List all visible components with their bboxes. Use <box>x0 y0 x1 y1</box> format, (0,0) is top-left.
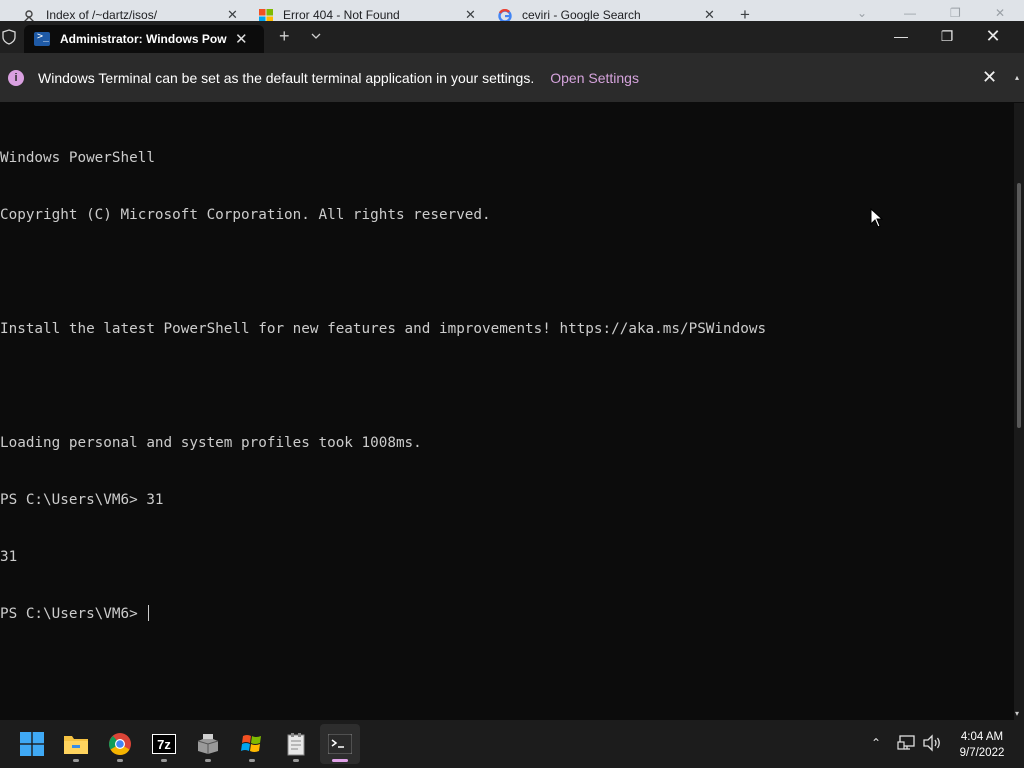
running-indicator <box>249 759 255 762</box>
notepad-icon <box>287 733 305 756</box>
windows-logo-icon <box>20 732 44 756</box>
browser-close-button[interactable]: ✕ <box>995 6 1005 20</box>
taskbar-chrome[interactable] <box>100 724 140 764</box>
running-indicator <box>205 759 211 762</box>
output-line: Copyright (C) Microsoft Corporation. All… <box>0 207 491 223</box>
taskbar-installer[interactable] <box>188 724 228 764</box>
browser-tab-label: Index of /~dartz/isos/ <box>46 8 158 22</box>
taskbar-notepad-app[interactable] <box>276 724 316 764</box>
close-icon[interactable]: ✕ <box>235 30 248 48</box>
terminal-icon <box>328 734 352 754</box>
infobar-close-button[interactable]: ✕ <box>982 67 997 88</box>
mouse-pointer-icon <box>870 208 884 228</box>
browser-maximize-button[interactable]: ❐ <box>950 6 961 20</box>
browser-tab-error-404[interactable]: Error 404 - Not Found ✕ <box>259 0 481 22</box>
chrome-icon <box>109 733 131 755</box>
output-line: Install the latest PowerShell for new fe… <box>0 321 767 337</box>
windows-taskbar: 7z ⌃ 4:04 AM 9/7/2022 <box>0 720 1024 768</box>
running-indicator <box>161 759 167 762</box>
show-hidden-icons-button[interactable]: ⌃ <box>871 736 881 750</box>
taskbar-7zip[interactable]: 7z <box>144 724 184 764</box>
scroll-up-arrow-icon[interactable]: ▴ <box>1015 73 1023 82</box>
close-window-button[interactable]: ✕ <box>970 21 1016 51</box>
scroll-down-arrow-icon[interactable]: ▾ <box>1015 709 1019 718</box>
7zip-label: 7z <box>157 736 171 752</box>
close-icon[interactable]: ✕ <box>704 7 715 22</box>
browser-minimize-button[interactable]: — <box>904 6 916 20</box>
installer-box-icon <box>197 734 219 754</box>
terminal-tab-powershell[interactable]: >_ Administrator: Windows PowerShell ✕ <box>24 25 264 53</box>
admin-shield-icon <box>2 29 16 45</box>
output-line: PS C:\Users\VM6> 31 <box>0 492 164 508</box>
taskbar-file-explorer[interactable] <box>56 724 96 764</box>
text-cursor <box>148 605 150 621</box>
minimize-button[interactable]: — <box>878 21 924 51</box>
default-terminal-infobar: i Windows Terminal can be set as the def… <box>0 53 1024 102</box>
close-icon[interactable]: ✕ <box>227 7 238 22</box>
browser-tab-search-icon[interactable]: ⌄ <box>857 6 867 20</box>
volume-icon[interactable] <box>922 734 942 752</box>
output-line: Loading personal and system profiles too… <box>0 435 422 451</box>
browser-tab-label: ceviri - Google Search <box>522 8 641 22</box>
clock-time: 4:04 AM <box>960 731 1004 743</box>
running-indicator <box>117 759 123 762</box>
maximize-button[interactable]: ❐ <box>924 21 970 51</box>
prompt-text: PS C:\Users\VM6> <box>0 606 147 622</box>
folder-icon <box>64 736 88 754</box>
network-icon[interactable] <box>897 734 917 752</box>
chevron-down-icon[interactable] <box>310 29 322 41</box>
close-icon[interactable]: ✕ <box>465 7 476 22</box>
windows-flag-icon <box>241 735 261 752</box>
start-button[interactable] <box>12 724 52 764</box>
background-browser-tabstrip: Index of /~dartz/isos/ ✕ Error 404 - Not… <box>0 0 1024 22</box>
taskbar-winrar-app[interactable] <box>232 724 272 764</box>
open-settings-link[interactable]: Open Settings <box>550 70 639 86</box>
powershell-icon: >_ <box>34 31 50 46</box>
new-tab-button[interactable]: + <box>279 26 290 47</box>
running-indicator <box>332 759 348 762</box>
output-line: Windows PowerShell <box>0 150 155 166</box>
browser-tab-label: Error 404 - Not Found <box>283 8 400 22</box>
prompt-line[interactable]: PS C:\Users\VM6> <box>0 605 1012 624</box>
clock-date: 9/7/2022 <box>959 747 1005 759</box>
scrollbar-thumb[interactable] <box>1017 183 1021 428</box>
infobar-message: Windows Terminal can be set as the defau… <box>38 69 535 86</box>
taskbar-windows-terminal[interactable] <box>320 724 360 764</box>
windows-terminal-window: >_ Administrator: Windows PowerShell ✕ +… <box>0 21 1024 720</box>
terminal-tab-label: Administrator: Windows PowerShell <box>60 32 227 46</box>
7zip-icon: 7z <box>152 734 176 754</box>
browser-new-tab-button[interactable]: + <box>740 5 750 22</box>
terminal-titlebar[interactable]: >_ Administrator: Windows PowerShell ✕ +… <box>0 21 1024 53</box>
browser-tab-index-dartz[interactable]: Index of /~dartz/isos/ ✕ <box>22 0 244 22</box>
browser-tab-google-search[interactable]: ceviri - Google Search ✕ <box>498 0 720 22</box>
info-icon: i <box>8 69 24 86</box>
vertical-scrollbar[interactable]: ▾ <box>1014 103 1024 720</box>
output-line: 31 <box>0 549 18 565</box>
system-clock[interactable]: 4:04 AM 9/7/2022 <box>946 729 1018 761</box>
terminal-output[interactable]: Windows PowerShell Copyright (C) Microso… <box>0 111 1012 711</box>
running-indicator <box>293 759 299 762</box>
running-indicator <box>73 759 79 762</box>
